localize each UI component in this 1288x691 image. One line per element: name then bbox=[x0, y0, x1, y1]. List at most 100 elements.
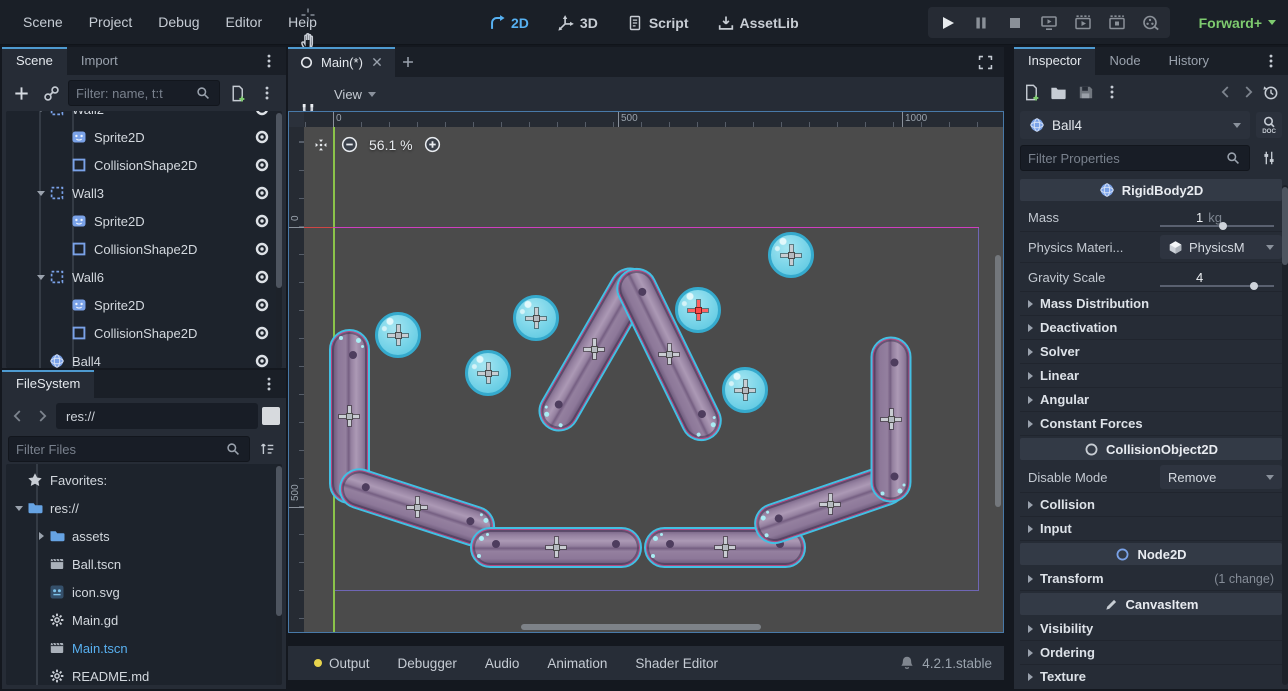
selected-node-gizmo[interactable] bbox=[688, 300, 708, 320]
visibility-eye-icon[interactable] bbox=[254, 185, 270, 201]
history-back-icon[interactable] bbox=[1217, 83, 1235, 101]
tree-item-wall3[interactable]: Wall3 bbox=[6, 179, 282, 207]
editor-tab-3d[interactable]: 3D bbox=[547, 0, 608, 45]
new-scene-tab-button[interactable] bbox=[395, 49, 421, 75]
scene-tree-scrollbar[interactable] bbox=[276, 111, 282, 368]
canvas-area[interactable]: 56.1 % bbox=[304, 127, 1003, 632]
visibility-eye-icon[interactable] bbox=[254, 111, 270, 117]
node-position-gizmo[interactable] bbox=[546, 537, 566, 557]
tree-item-readme-md[interactable]: README.md bbox=[6, 662, 282, 685]
tree-item-main-gd[interactable]: Main.gd bbox=[6, 606, 282, 634]
nav-forward-button[interactable] bbox=[32, 403, 52, 429]
visibility-eye-icon[interactable] bbox=[254, 213, 270, 229]
tree-item-sprite2d[interactable]: Sprite2D bbox=[6, 291, 282, 319]
close-icon[interactable] bbox=[369, 54, 385, 70]
tab-filesystem[interactable]: FileSystem bbox=[2, 370, 94, 398]
property-value-field[interactable]: 1kg bbox=[1160, 203, 1282, 231]
tab-node[interactable]: Node bbox=[1095, 47, 1154, 75]
group-ordering[interactable]: Ordering bbox=[1020, 641, 1282, 665]
group-input[interactable]: Input bbox=[1020, 517, 1282, 541]
inspector-dock-menu[interactable] bbox=[1254, 47, 1288, 75]
collapse-icon[interactable] bbox=[34, 111, 48, 112]
property-value-field[interactable]: 4 bbox=[1160, 263, 1282, 291]
tab-inspector[interactable]: Inspector bbox=[1014, 47, 1095, 75]
bottom-panel-debugger[interactable]: Debugger bbox=[384, 656, 471, 671]
resource-picker[interactable]: PhysicsM bbox=[1160, 235, 1282, 259]
tree-item-collisionshape2d[interactable]: CollisionShape2D bbox=[6, 235, 282, 263]
bell-icon[interactable] bbox=[898, 654, 916, 672]
group-linear[interactable]: Linear bbox=[1020, 364, 1282, 388]
node-position-gizmo[interactable] bbox=[715, 537, 735, 557]
snap-position-tool-button[interactable] bbox=[294, 2, 322, 28]
group-collision[interactable]: Collision bbox=[1020, 493, 1282, 517]
zoom-level[interactable]: 56.1 % bbox=[369, 137, 413, 153]
collapse-icon[interactable] bbox=[34, 275, 48, 280]
tab-history[interactable]: History bbox=[1155, 47, 1223, 75]
load-resource-icon[interactable] bbox=[1049, 83, 1068, 102]
property-filter-input[interactable]: Filter Properties bbox=[1020, 145, 1250, 171]
zoom-in-button[interactable] bbox=[423, 135, 442, 154]
inspector-scrollbar[interactable] bbox=[1282, 185, 1288, 685]
category-canvasitem[interactable]: CanvasItem bbox=[1020, 593, 1282, 615]
tree-item-sprite2d[interactable]: Sprite2D bbox=[6, 123, 282, 151]
group-constant-forces[interactable]: Constant Forces bbox=[1020, 412, 1282, 436]
filesystem-scrollbar[interactable] bbox=[276, 464, 282, 685]
tree-item-favorites-[interactable]: Favorites: bbox=[6, 466, 282, 494]
open-docs-button[interactable]: DOC bbox=[1256, 112, 1282, 138]
group-transform[interactable]: Transform (1 change) bbox=[1020, 567, 1282, 591]
object-history-icon[interactable] bbox=[1261, 83, 1280, 102]
node-position-gizmo[interactable] bbox=[781, 245, 801, 265]
view-menu[interactable]: View bbox=[324, 87, 386, 102]
expand-icon[interactable] bbox=[34, 532, 48, 540]
tree-item-collisionshape2d[interactable]: CollisionShape2D bbox=[6, 319, 282, 347]
zoom-out-button[interactable] bbox=[340, 135, 359, 154]
group-texture[interactable]: Texture bbox=[1020, 665, 1282, 682]
tree-item-ball-tscn[interactable]: Ball.tscn bbox=[6, 550, 282, 578]
node-position-gizmo[interactable] bbox=[584, 339, 604, 359]
path-field[interactable]: res:// bbox=[56, 403, 258, 429]
scene-tab-main[interactable]: Main(*) bbox=[288, 47, 395, 77]
save-resource-icon[interactable] bbox=[1076, 83, 1095, 102]
history-forward-icon[interactable] bbox=[1239, 83, 1257, 101]
node-position-gizmo[interactable] bbox=[526, 308, 546, 328]
group-solver[interactable]: Solver bbox=[1020, 340, 1282, 364]
node-position-gizmo[interactable] bbox=[478, 363, 498, 383]
menu-project[interactable]: Project bbox=[76, 0, 146, 45]
play-button[interactable] bbox=[936, 12, 958, 34]
bottom-panel-audio[interactable]: Audio bbox=[471, 656, 534, 671]
visibility-eye-icon[interactable] bbox=[254, 353, 270, 368]
visibility-eye-icon[interactable] bbox=[254, 269, 270, 285]
attach-script-button[interactable] bbox=[224, 80, 250, 106]
add-node-button[interactable] bbox=[8, 80, 34, 106]
property-tools-button[interactable] bbox=[1256, 145, 1282, 171]
canvas-vscrollbar[interactable] bbox=[995, 255, 1001, 507]
collapse-icon[interactable] bbox=[34, 191, 48, 196]
canvas-hscrollbar[interactable] bbox=[521, 624, 761, 630]
node-position-gizmo[interactable] bbox=[407, 497, 427, 517]
option-select[interactable]: Remove bbox=[1160, 465, 1282, 489]
group-mass-distribution[interactable]: Mass Distribution bbox=[1020, 292, 1282, 316]
tree-item-collisionshape2d[interactable]: CollisionShape2D bbox=[6, 151, 282, 179]
filesystem-dock-menu[interactable] bbox=[252, 370, 286, 398]
node-position-gizmo[interactable] bbox=[339, 406, 359, 426]
tab-import[interactable]: Import bbox=[67, 47, 132, 75]
file-sort-button[interactable] bbox=[254, 436, 280, 462]
category-node2d[interactable]: Node2D bbox=[1020, 543, 1282, 565]
tree-item-main-tscn[interactable]: Main.tscn bbox=[6, 634, 282, 662]
tree-item-wall6[interactable]: Wall6 bbox=[6, 263, 282, 291]
node-position-gizmo[interactable] bbox=[659, 344, 679, 364]
group-visibility[interactable]: Visibility bbox=[1020, 617, 1282, 641]
collapse-icon[interactable] bbox=[12, 506, 26, 511]
editor-tab-script[interactable]: Script bbox=[616, 0, 699, 45]
scene-filter-input[interactable]: Filter: name, t:t bbox=[68, 80, 220, 106]
group-deactivation[interactable]: Deactivation bbox=[1020, 316, 1282, 340]
group-angular[interactable]: Angular bbox=[1020, 388, 1282, 412]
scene-tree-menu-button[interactable] bbox=[254, 80, 280, 106]
tab-scene[interactable]: Scene bbox=[2, 47, 67, 75]
tree-item-assets[interactable]: assets bbox=[6, 522, 282, 550]
tree-item-ball4[interactable]: Ball4 bbox=[6, 347, 282, 368]
node-position-gizmo[interactable] bbox=[388, 325, 408, 345]
tree-item-sprite2d[interactable]: Sprite2D bbox=[6, 207, 282, 235]
visibility-eye-icon[interactable] bbox=[254, 241, 270, 257]
editor-tab-2d[interactable]: 2D bbox=[478, 0, 539, 45]
